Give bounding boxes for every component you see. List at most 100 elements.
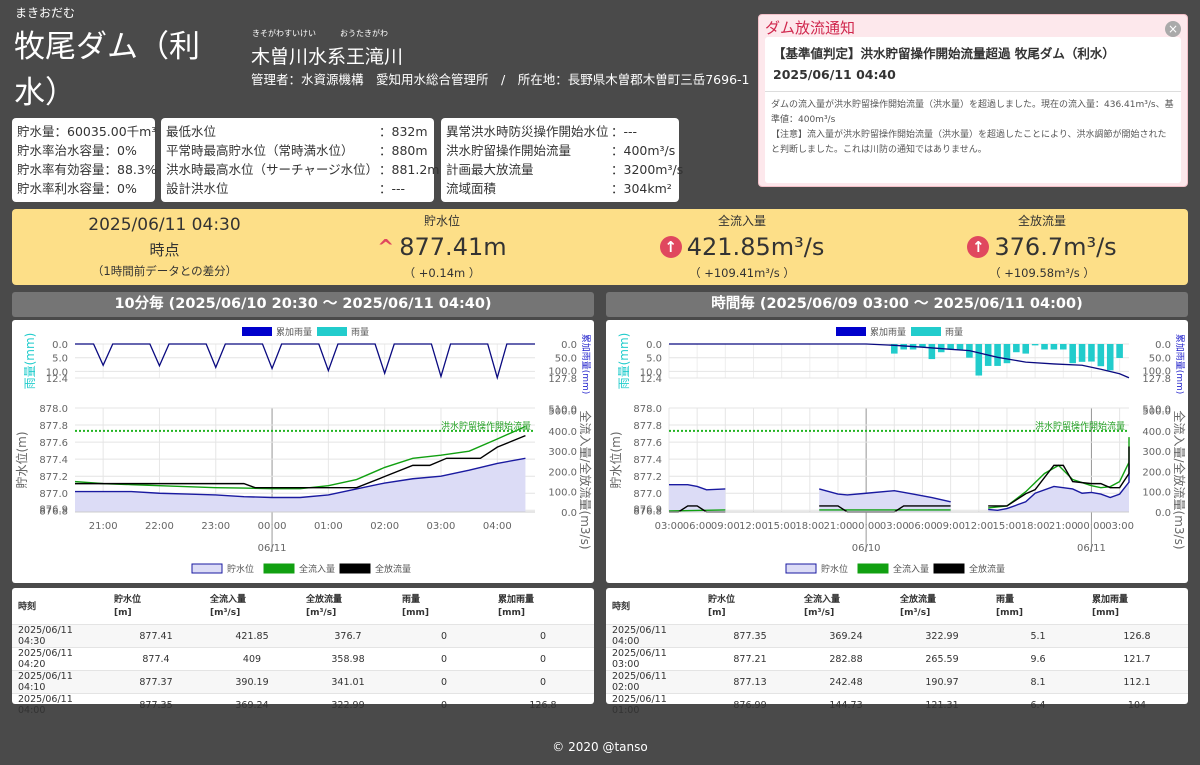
info-label: 貯水率有効容量 — [17, 162, 105, 177]
x-tick-label: 23:00 — [201, 521, 230, 532]
rain-bar — [1069, 344, 1076, 364]
table-cell: 126.8 — [1086, 624, 1188, 648]
table-cell: 190.97 — [894, 670, 990, 694]
table-cell: 242.48 — [798, 670, 894, 694]
table-row: 2025/06/11 03:00 877.21 282.88 265.59 9.6 121… — [606, 647, 1188, 671]
table-cell: 2025/06/11 04:20 — [12, 647, 108, 671]
info-value: ：--- — [611, 124, 638, 139]
table-row: 2025/06/11 04:20 877.4 409 358.98 0 0 — [12, 647, 594, 671]
chart-10min[interactable]: 21:00 22:00 23:00 00:00 01:00 02:00 03:00 04:00… — [12, 320, 594, 583]
info-value: ：0% — [104, 143, 137, 158]
table-cell: 358.98 — [300, 647, 396, 671]
table-cell: 0 — [396, 670, 492, 694]
table-cell: 322.99 — [894, 624, 990, 648]
info-row: 平常時最高貯水位（常時満水位） ：880m — [166, 141, 429, 160]
column-header: 累加雨量 [mm] — [498, 595, 535, 618]
close-icon[interactable]: × — [1165, 21, 1181, 37]
notice-headline: 【基準値判定】洪水貯留操作開始流量超過 牧尾ダム（利水） 2025/06/11 … — [765, 37, 1181, 92]
legend-label: 全流入量 — [299, 563, 335, 575]
info-label: 平常時最高貯水位（常時満水位） — [166, 143, 354, 158]
legend-label: 貯水位 — [227, 563, 254, 575]
x-tick-label: 15:00 — [767, 521, 796, 532]
rain-y-tick: 5.0 — [52, 354, 68, 365]
notice-body-line: 【注意】流入量が洪水貯留操作開始流量（洪水量）を超過したことにより、洪水調節が開… — [771, 130, 1167, 155]
level-value: 877.41m — [399, 233, 507, 261]
level-y-tick: 877.8 — [39, 421, 68, 432]
info-label: 洪水貯留操作開始流量 — [446, 143, 572, 158]
rain-bar — [1106, 344, 1114, 371]
table-cell: 877.41 — [108, 624, 204, 648]
x-tick-label: 01:00 — [314, 521, 343, 532]
table-header: 時刻 貯水位 [m] 全流入量 [m³/s] 全放流量 [m³/s] 雨量 [mm] 累加雨量 [m… — [12, 588, 594, 625]
flow-y-tick: 400.0 — [548, 427, 577, 438]
table-row: 2025/06/11 01:00 876.99 144.73 121.31 6.4 104 — [606, 693, 1188, 716]
outflow-label: 全放流量 — [1017, 214, 1066, 228]
river-kana: おうたきがわ — [340, 29, 388, 38]
table-cell: 126.8 — [492, 693, 594, 716]
rain-bar — [1097, 344, 1105, 367]
cum-rain-y-tick: 127.8 — [548, 374, 577, 385]
x-tick-label: 03:00 — [655, 521, 684, 532]
level-y-tick: 876.9 — [633, 504, 662, 515]
table-cell: 8.1 — [990, 670, 1086, 694]
column-header: 全放流量 [m³/s] — [306, 595, 343, 618]
cum-rain-axis-title: 累加雨量(mm) — [580, 334, 591, 395]
info-label: 貯水率治水容量 — [17, 143, 105, 158]
x-tick-label: 18:00 — [795, 521, 824, 532]
discharge-notice: ダム放流通知 × 【基準値判定】洪水貯留操作開始流量超過 牧尾ダム（利水） 20… — [758, 14, 1188, 187]
column-header: 貯水位 [m] — [708, 595, 736, 618]
level-y-tick: 878.0 — [633, 404, 662, 415]
inflow-label: 全流入量 — [717, 214, 766, 228]
inflow-diff: （ +109.41m³/s ） — [689, 266, 795, 280]
legend-swatch-rain — [911, 327, 941, 336]
table-hourly: 時刻 貯水位 [m] 全流入量 [m³/s] 全放流量 [m³/s] 雨量 [mm] 累加雨量 [m… — [606, 588, 1188, 716]
table-10min: 時刻 貯水位 [m] 全流入量 [m³/s] 全放流量 [m³/s] 雨量 [mm] 累加雨量 [m… — [12, 588, 594, 716]
table-cell: 877.21 — [702, 647, 798, 671]
legend-label: 全放流量 — [375, 563, 411, 575]
info-value: ：881.2m — [379, 162, 440, 177]
rain-bar — [1050, 344, 1058, 350]
storage-info-box: 貯水量 ：60035.00千m³ 貯水率治水容量 ：0% 貯水率有効容量 ：88.3% 貯水… — [12, 118, 157, 202]
rain-y-tick: 0.0 — [52, 340, 68, 351]
info-value: ：832m — [379, 124, 428, 139]
column-header: 時刻 — [18, 601, 37, 612]
cum-rain-y-tick: 50.0 — [555, 353, 577, 364]
flow-y-tick: 100.0 — [1142, 488, 1171, 499]
info-row: 設計洪水位 ：--- — [166, 179, 429, 198]
legend-label: 累加雨量 — [870, 327, 906, 338]
rain-bar — [1003, 344, 1011, 364]
table-cell: 2025/06/11 04:30 — [12, 624, 108, 648]
x-tick-label: 02:00 — [370, 521, 399, 532]
manager-location: 管理者：水資源機構 愛知用水総合管理所 / 所在地：長野県木曽郡木曽町三岳769… — [251, 72, 750, 87]
table-cell: 369.24 — [798, 624, 894, 648]
flow-y-tick: 400.0 — [1142, 427, 1171, 438]
level-area — [819, 488, 951, 512]
summary-outflow: 全放流量 ↑ 376.7m³/s （ +109.58m³/s ） — [932, 212, 1152, 281]
table-cell: 9.6 — [990, 647, 1086, 671]
summary-level: 貯水位 ^ 877.41m （ +0.14m ） — [342, 212, 542, 281]
x-tick-label: 04:00 — [483, 521, 512, 532]
table-cell: 877.37 — [108, 670, 204, 694]
level-y-tick: 877.2 — [633, 472, 662, 483]
legend-label: 全放流量 — [969, 563, 1005, 575]
info-row: 貯水率利水容量 ：0% — [17, 179, 150, 198]
table-cell: 390.19 — [204, 670, 300, 694]
table-cell: 121.7 — [1086, 647, 1188, 671]
table-cell: 877.35 — [108, 693, 204, 716]
table-cell: 877.4 — [108, 647, 204, 671]
table-cell: 0 — [396, 624, 492, 648]
column-header: 全放流量 [m³/s] — [900, 595, 937, 618]
dam-name: 牧尾ダム（利水） — [14, 29, 200, 111]
info-label: 流域面積 — [446, 181, 497, 196]
table-cell: 5.1 — [990, 624, 1086, 648]
notice-body: ダムの流入量が洪水貯留操作開始流量（洪水量）を超過しました。現在の流入量：436… — [765, 92, 1181, 164]
level-y-tick: 877.2 — [39, 472, 68, 483]
x-tick-label: 09:00 — [711, 521, 740, 532]
table-cell: 421.85 — [204, 624, 300, 648]
river-name: 木曽川水系王滝川 — [251, 46, 404, 68]
panel-title-10min: 10分毎 (2025/06/10 20:30 ～ 2025/06/11 04:4… — [12, 292, 594, 317]
table-cell: 112.1 — [1086, 670, 1188, 694]
info-label: 洪水時最高水位（サーチャージ水位） — [166, 162, 379, 177]
level-y-tick: 877.6 — [39, 438, 68, 449]
chart-hourly[interactable]: 03:00 06:00 09:00 12:00 15:00 18:00 21:00 00:00… — [606, 320, 1188, 583]
